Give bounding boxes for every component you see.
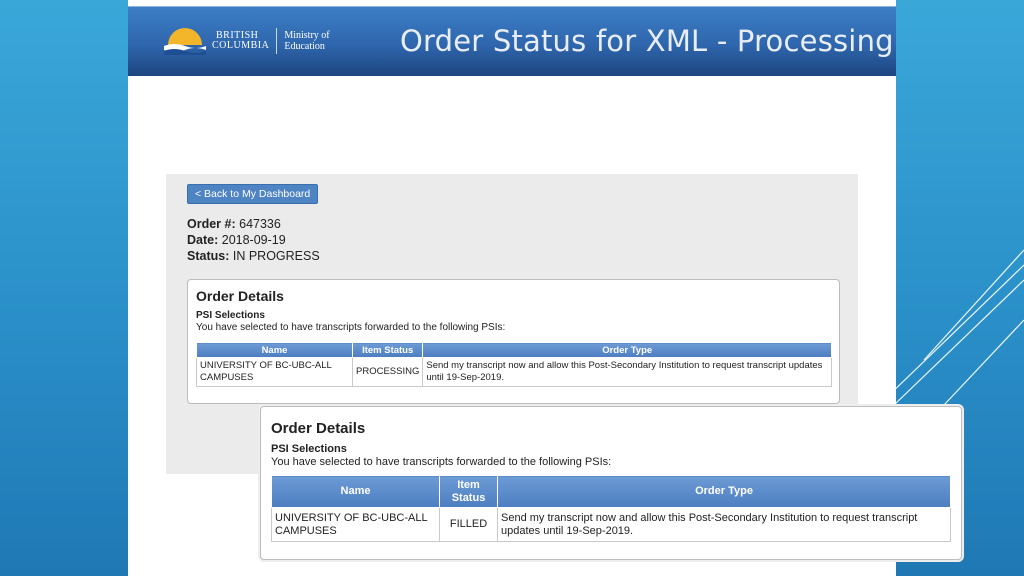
- zoom-column-header-item-status: Item Status: [439, 475, 498, 508]
- zoom-order-type-cell: Send my transcript now and allow this Po…: [497, 507, 951, 542]
- table-row: UNIVERSITY OF BC-UBC-ALL CAMPUSES PROCES…: [196, 357, 832, 387]
- table-row: UNIVERSITY OF BC-UBC-ALL CAMPUSES FILLED…: [271, 507, 951, 542]
- column-header-name: Name: [196, 342, 353, 358]
- ministry-name: Ministry of Education: [284, 30, 329, 52]
- table-header-row: Name Item Status Order Type: [196, 342, 832, 358]
- back-to-dashboard-button[interactable]: < Back to My Dashboard: [187, 184, 319, 204]
- item-status-cell: PROCESSING: [351, 357, 424, 387]
- order-date-row: Date: 2018-09-19: [187, 232, 320, 248]
- psi-selections-description: You have selected to have transcripts fo…: [196, 322, 506, 333]
- psi-name-cell: UNIVERSITY OF BC-UBC-ALL CAMPUSES: [196, 357, 353, 387]
- zoom-item-status-cell: FILLED: [439, 507, 498, 542]
- logo-divider: [276, 28, 278, 54]
- zoom-order-details-title: Order Details: [271, 420, 366, 437]
- order-number-row: Order #: 647336: [187, 216, 320, 232]
- psi-selections-label: PSI Selections: [196, 310, 265, 321]
- province-name: BRITISH COLUMBIA: [212, 31, 269, 51]
- order-number: 647336: [239, 217, 281, 231]
- decorative-lines: [884, 249, 1024, 406]
- order-summary: Order #: 647336 Date: 2018-09-19 Status:…: [187, 216, 320, 264]
- order-details-zoom-panel: Order Details PSI Selections You have se…: [260, 406, 962, 560]
- zoom-psi-selections-label: PSI Selections: [271, 443, 347, 455]
- bc-logo: BRITISH COLUMBIA Ministry of Education: [164, 27, 330, 55]
- zoom-column-header-name: Name: [271, 475, 440, 508]
- ministry-line-2: Education: [284, 41, 325, 52]
- sun-logo-icon: [164, 28, 206, 55]
- zoom-psi-name-cell: UNIVERSITY OF BC-UBC-ALL CAMPUSES: [271, 507, 440, 542]
- column-header-item-status: Item Status: [351, 342, 424, 358]
- header-banner: BRITISH COLUMBIA Ministry of Education O…: [128, 6, 896, 76]
- psi-table: Name Item Status Order Type UNIVERSITY O…: [196, 342, 832, 387]
- zoom-table-header-row: Name Item Status Order Type: [271, 475, 951, 508]
- order-type-cell: Send my transcript now and allow this Po…: [422, 357, 832, 387]
- order-date-label: Date:: [187, 233, 219, 247]
- zoom-psi-table: Name Item Status Order Type UNIVERSITY O…: [271, 475, 951, 542]
- order-status-row: Status: IN PROGRESS: [187, 248, 320, 264]
- order-details-title: Order Details: [196, 288, 284, 304]
- order-status-label: Status:: [187, 249, 230, 263]
- zoom-psi-selections-description: You have selected to have transcripts fo…: [271, 456, 612, 468]
- order-details-panel: Order Details PSI Selections You have se…: [187, 279, 840, 404]
- logo-line-2: COLUMBIA: [212, 40, 270, 51]
- page-title: Order Status for XML - Processing: [400, 24, 894, 58]
- zoom-column-header-order-type: Order Type: [497, 475, 951, 508]
- order-date: 2018-09-19: [221, 233, 286, 247]
- order-status: IN PROGRESS: [232, 249, 320, 263]
- ministry-line-1: Ministry of: [284, 30, 330, 41]
- column-header-order-type: Order Type: [422, 342, 832, 358]
- order-number-label: Order #:: [187, 217, 236, 231]
